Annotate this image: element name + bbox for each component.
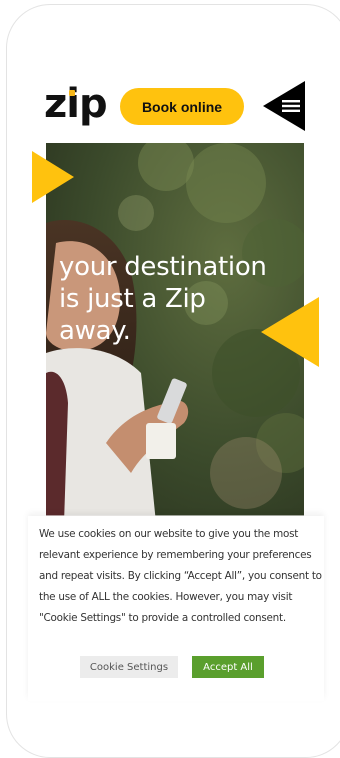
cookie-notice-text: We use cookies on our website to give yo… <box>39 528 322 624</box>
zip-logo[interactable]: zip <box>44 79 108 129</box>
screen: zip Book online your destination is just… <box>7 5 340 757</box>
hero-heading-line-1: your destination <box>59 252 267 282</box>
logo-accent-dot <box>69 90 75 96</box>
book-online-button[interactable]: Book online <box>120 88 244 125</box>
cookie-settings-button[interactable]: Cookie Settings <box>80 656 178 678</box>
device-frame: zip Book online your destination is just… <box>6 4 340 758</box>
menu-button[interactable] <box>261 81 307 131</box>
hamburger-icon <box>263 81 305 131</box>
accept-all-button[interactable]: Accept All <box>192 656 264 678</box>
cookie-banner: We use cookies on our website to give yo… <box>28 516 324 701</box>
yellow-triangle-decoration-left <box>32 151 74 203</box>
yellow-triangle-decoration-right <box>261 297 319 367</box>
